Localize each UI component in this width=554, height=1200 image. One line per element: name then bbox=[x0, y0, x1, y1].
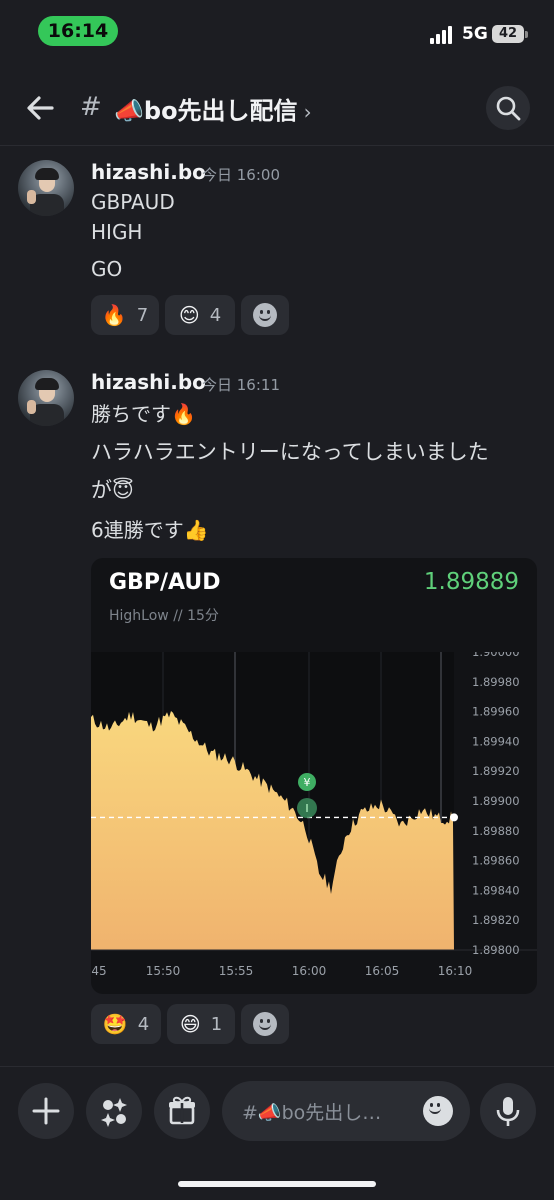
message-text: GO bbox=[91, 257, 123, 281]
star-struck-emoji: 🤩 bbox=[102, 1012, 128, 1036]
y-tick-label: 1.89940 bbox=[472, 734, 520, 748]
status-time: 16:14 bbox=[38, 16, 118, 46]
voice-message-button[interactable] bbox=[480, 1083, 536, 1139]
y-tick-label: 1.89880 bbox=[472, 824, 520, 838]
x-tick-label: 16:10 bbox=[438, 964, 473, 978]
y-tick-label: 1.89980 bbox=[472, 675, 520, 689]
channel-title[interactable]: 📣bo先出し配信 › bbox=[114, 91, 312, 126]
current-price: 1.89889 bbox=[423, 569, 519, 595]
smile-emoji: 😊 bbox=[178, 303, 200, 327]
composer-bar: #📣bo先出し… bbox=[0, 1066, 554, 1200]
reaction-fire[interactable]: 🔥 7 bbox=[91, 295, 159, 335]
chart-subtitle: HighLow // 15分 bbox=[109, 608, 219, 624]
avatar[interactable] bbox=[18, 160, 74, 216]
message-text: が😇 bbox=[91, 478, 134, 502]
status-bar: 16:14 5G 42 bbox=[0, 0, 554, 64]
channel-header: # 📣bo先出し配信 › bbox=[0, 70, 554, 146]
grin-emoji: 😄 bbox=[179, 1012, 201, 1036]
emoji-picker-button[interactable] bbox=[422, 1095, 454, 1127]
x-tick-label: 15:55 bbox=[219, 964, 254, 978]
battery-tip bbox=[525, 31, 528, 38]
reaction-count: 7 bbox=[136, 304, 149, 326]
fire-emoji: 🔥 bbox=[101, 303, 127, 327]
username[interactable]: hizashi.bo bbox=[91, 160, 206, 184]
channel-name: 📣bo先出し配信 bbox=[114, 97, 298, 125]
reaction-star-eyes[interactable]: 🤩 4 bbox=[91, 1004, 161, 1044]
signal-icon bbox=[430, 26, 456, 44]
emoji-icon bbox=[423, 1096, 453, 1126]
home-indicator bbox=[178, 1181, 376, 1187]
current-price-dot bbox=[450, 813, 458, 822]
currency-pair: GBP/AUD bbox=[109, 570, 221, 595]
search-button[interactable] bbox=[486, 86, 530, 130]
apps-sparkle-icon bbox=[101, 1098, 127, 1127]
y-tick-label: 1.89960 bbox=[472, 705, 520, 719]
username[interactable]: hizashi.bo bbox=[91, 370, 206, 394]
back-arrow-icon[interactable] bbox=[22, 90, 58, 126]
reaction-count: 4 bbox=[209, 304, 222, 326]
add-attachment-button[interactable] bbox=[18, 1083, 74, 1139]
y-tick-label: 1.89840 bbox=[472, 883, 520, 897]
reaction-smile[interactable]: 😊 4 bbox=[165, 295, 235, 335]
yen-marker-text: ¥ bbox=[304, 776, 311, 789]
plus-icon bbox=[32, 1097, 60, 1125]
battery-icon: 42 bbox=[492, 25, 524, 43]
add-reaction-button[interactable] bbox=[241, 1004, 289, 1044]
x-tick-label: 16:00 bbox=[292, 964, 327, 978]
channel-hash-icon: # bbox=[80, 92, 102, 122]
chart-embed[interactable]: GBP/AUD 1.89889 HighLow // 15分 ¥ 1.90000… bbox=[91, 558, 537, 994]
timestamp: 今日 16:11 bbox=[202, 376, 280, 394]
search-icon bbox=[496, 96, 521, 121]
message-input-placeholder: #📣bo先出し… bbox=[242, 1102, 382, 1124]
x-tick-label: 15:50 bbox=[146, 964, 181, 978]
add-reaction-icon bbox=[253, 303, 277, 327]
gift-button[interactable] bbox=[154, 1083, 210, 1139]
microphone-icon bbox=[496, 1097, 520, 1126]
y-tick-label: 1.89900 bbox=[472, 794, 520, 808]
x-tick-label: 45 bbox=[91, 964, 106, 978]
avatar[interactable] bbox=[18, 370, 74, 426]
y-tick-label: 1.89860 bbox=[472, 854, 520, 868]
y-tick-label: 1.89920 bbox=[472, 764, 520, 778]
add-reaction-button[interactable] bbox=[241, 295, 289, 335]
apps-button[interactable] bbox=[86, 1083, 142, 1139]
message-text: 6連勝です👍 bbox=[91, 518, 209, 542]
message-input[interactable]: #📣bo先出し… bbox=[222, 1081, 470, 1141]
message-text: GBPAUD bbox=[91, 190, 175, 214]
y-tick-label: 1.89800 bbox=[472, 943, 520, 957]
message-item[interactable]: hizashi.bo 今日 16:00 GBPAUD HIGH GO 🔥 7 😊… bbox=[0, 150, 554, 350]
network-type: 5G bbox=[462, 24, 488, 44]
price-chart: ¥ 1.90000 1.89980 1.89960 1.89940 1.89920 1.8… bbox=[91, 652, 537, 978]
message-text: 勝ちです🔥 bbox=[91, 402, 196, 426]
y-tick-label: 1.90000 bbox=[472, 652, 520, 659]
reaction-grin[interactable]: 😄 1 bbox=[167, 1004, 235, 1044]
add-reaction-icon bbox=[253, 1012, 277, 1036]
reaction-count: 4 bbox=[137, 1013, 150, 1035]
chevron-right-icon: › bbox=[303, 100, 312, 124]
x-tick-label: 16:05 bbox=[365, 964, 400, 978]
entry-marker: ¥ bbox=[298, 773, 316, 791]
reaction-count: 1 bbox=[210, 1013, 223, 1035]
gift-icon bbox=[169, 1096, 195, 1125]
message-text: HIGH bbox=[91, 220, 143, 244]
timestamp: 今日 16:00 bbox=[202, 166, 280, 184]
entry-point-marker bbox=[297, 798, 317, 818]
y-tick-label: 1.89820 bbox=[472, 913, 520, 927]
message-text: ハラハラエントリーになってしまいました bbox=[91, 440, 489, 464]
